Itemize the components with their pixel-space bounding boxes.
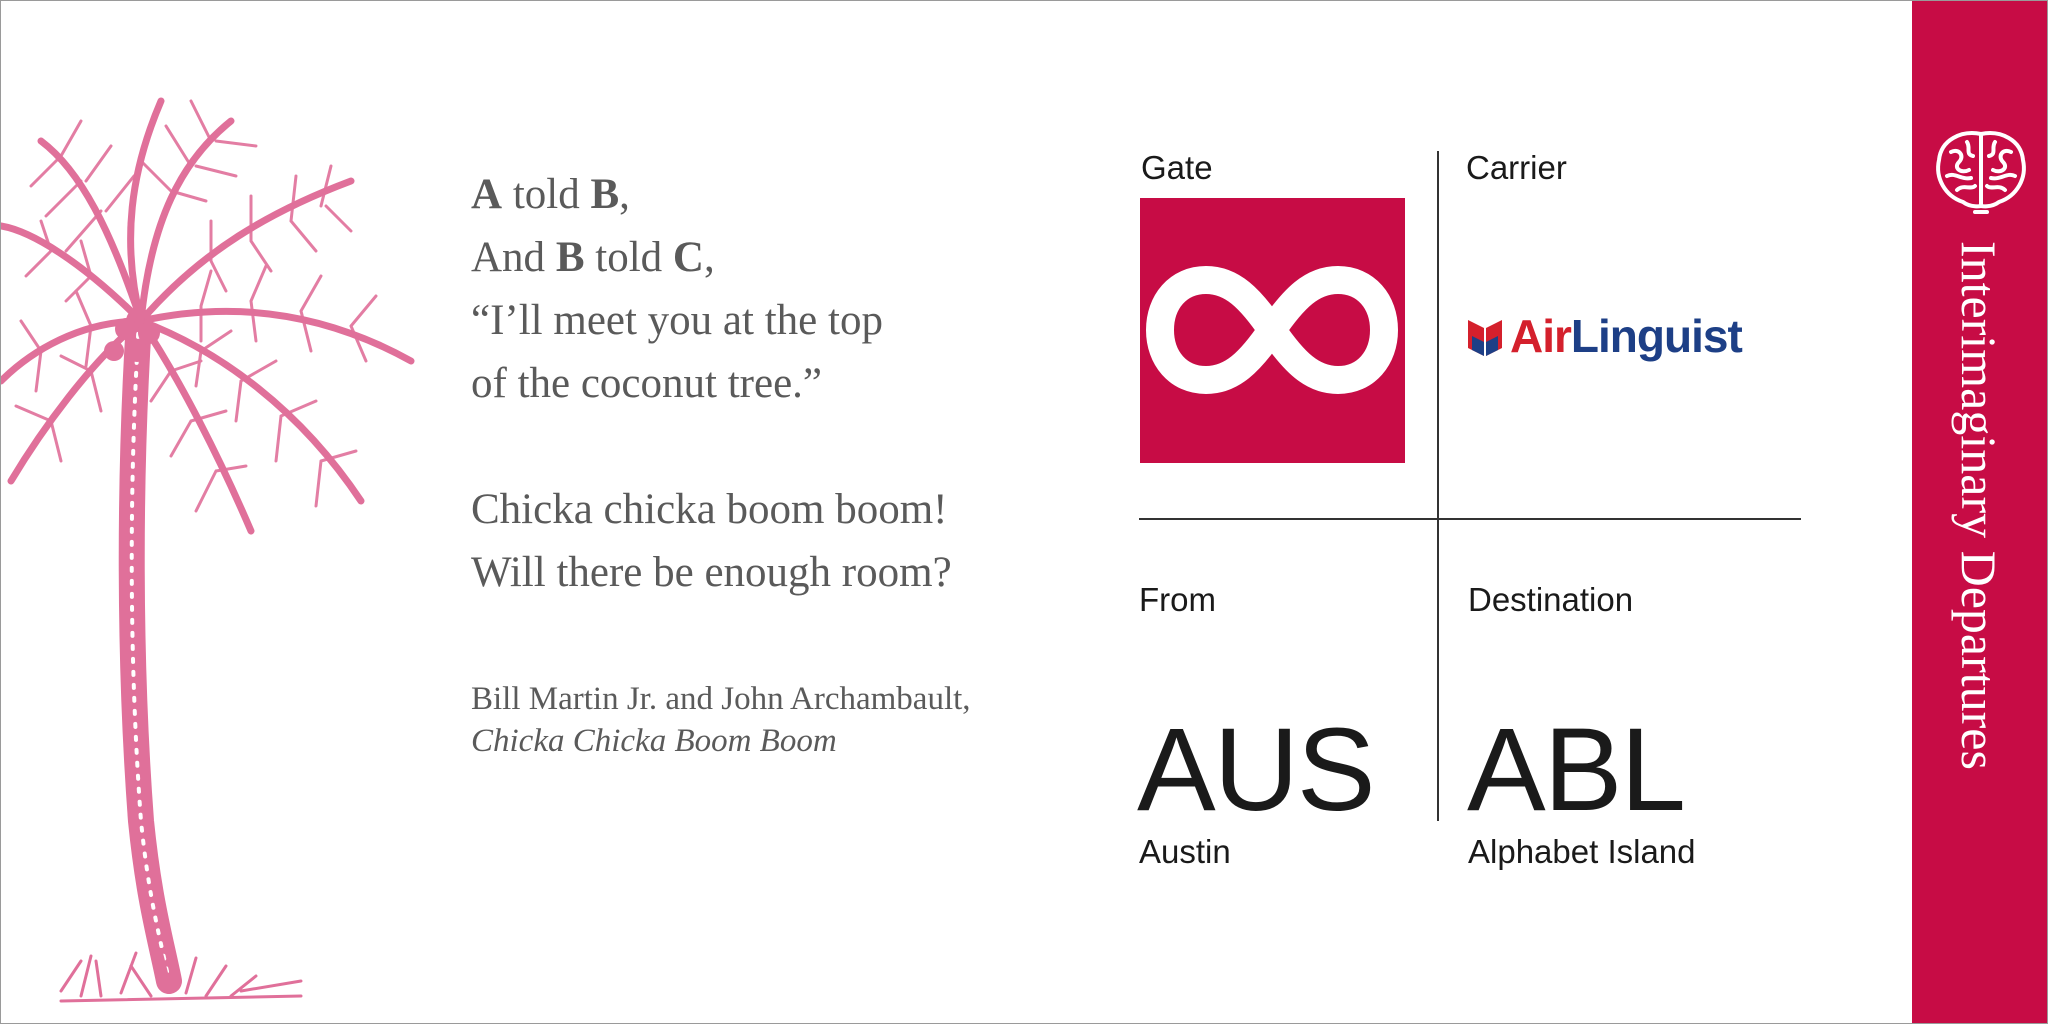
book-wings-icon (1468, 320, 1502, 356)
horizontal-divider (1139, 518, 1801, 520)
from-city: Austin (1139, 833, 1231, 870)
palm-tree-icon (1, 97, 415, 1003)
attribution: Bill Martin Jr. and John Archambault, Ch… (471, 678, 971, 762)
brain-icon (1936, 131, 2026, 214)
gate-label: Gate (1141, 149, 1213, 186)
from-label: From (1139, 581, 1216, 618)
infinity-icon (1145, 265, 1399, 395)
carrier-name-air: Air (1510, 310, 1572, 362)
poem-line-1: A told B, (471, 171, 630, 218)
poem-line-2: And B told C, (471, 234, 715, 281)
gate-badge (1140, 198, 1405, 463)
from-airport-code: AUS (1137, 704, 1376, 836)
poem-line-3: “I’ll meet you at the top (471, 297, 883, 344)
attribution-authors: Bill Martin Jr. and John Archambault, (471, 681, 971, 717)
poem: A told B, And B told C, “I’ll meet you a… (471, 163, 1111, 604)
band-title: Interimaginary Departures (1951, 241, 2007, 770)
carrier-name-linguist: Linguist (1570, 310, 1743, 362)
destination-city: Alphabet Island (1468, 833, 1696, 870)
carrier-label: Carrier (1466, 149, 1567, 186)
destination-label: Destination (1468, 581, 1634, 618)
airlinguist-logo: Air Linguist (1466, 306, 1743, 366)
poem-line-5: Chicka chicka boom boom! (471, 486, 948, 533)
attribution-book: Chicka Chicka Boom Boom (471, 723, 837, 759)
destination-airport-code: ABL (1467, 704, 1686, 836)
poem-line-4: of the coconut tree.” (471, 360, 822, 407)
vertical-divider (1437, 151, 1439, 821)
poem-line-6: Will there be enough room? (471, 549, 952, 596)
boarding-pass: A told B, And B told C, “I’ll meet you a… (0, 0, 2048, 1024)
